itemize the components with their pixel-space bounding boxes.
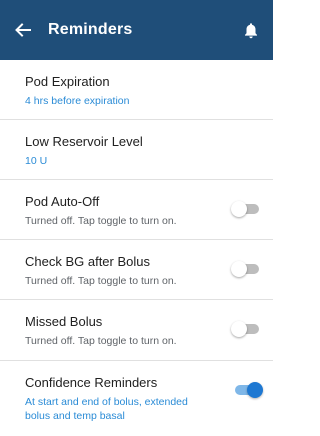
back-arrow-icon[interactable] (12, 19, 34, 41)
reminder-title: Pod Expiration (25, 74, 110, 89)
app-bar: Reminders (0, 0, 273, 60)
reminder-item-pod-expiration[interactable]: Pod Expiration 4 hrs before expiration (0, 60, 273, 120)
missed-bolus-toggle[interactable] (231, 321, 261, 337)
reminder-subtitle: At start and end of bolus, extended bolu… (25, 396, 188, 422)
reminder-title: Check BG after Bolus (25, 254, 150, 269)
reminder-item-check-bg: Check BG after Bolus Turned off. Tap tog… (0, 240, 273, 300)
reminder-subtitle: 4 hrs before expiration (25, 95, 130, 107)
reminder-item-pod-auto-off: Pod Auto-Off Turned off. Tap toggle to t… (0, 180, 273, 240)
toggle-thumb (247, 382, 263, 398)
reminder-subtitle: Turned off. Tap toggle to turn on. (25, 275, 177, 287)
pod-auto-off-toggle[interactable] (231, 201, 261, 217)
confidence-reminders-toggle[interactable] (233, 382, 263, 398)
reminder-title: Pod Auto-Off (25, 194, 100, 209)
toggle-thumb (231, 261, 247, 277)
reminders-list: Pod Expiration 4 hrs before expiration L… (0, 60, 273, 436)
reminder-subtitle: Turned off. Tap toggle to turn on. (25, 215, 177, 227)
page-title: Reminders (48, 21, 133, 38)
reminder-title: Missed Bolus (25, 314, 103, 329)
reminder-title: Confidence Reminders (25, 375, 158, 390)
reminder-item-confidence: Confidence Reminders At start and end of… (0, 361, 273, 436)
toggle-thumb (231, 201, 247, 217)
reminder-item-low-reservoir[interactable]: Low Reservoir Level 10 U (0, 120, 273, 180)
reminder-subtitle: 10 U (25, 155, 48, 167)
reminder-subtitle: Turned off. Tap toggle to turn on. (25, 335, 177, 347)
bell-icon[interactable] (241, 19, 261, 41)
reminder-title: Low Reservoir Level (25, 134, 143, 149)
reminder-item-missed-bolus: Missed Bolus Turned off. Tap toggle to t… (0, 300, 273, 361)
toggle-thumb (231, 321, 247, 337)
check-bg-toggle[interactable] (231, 261, 261, 277)
